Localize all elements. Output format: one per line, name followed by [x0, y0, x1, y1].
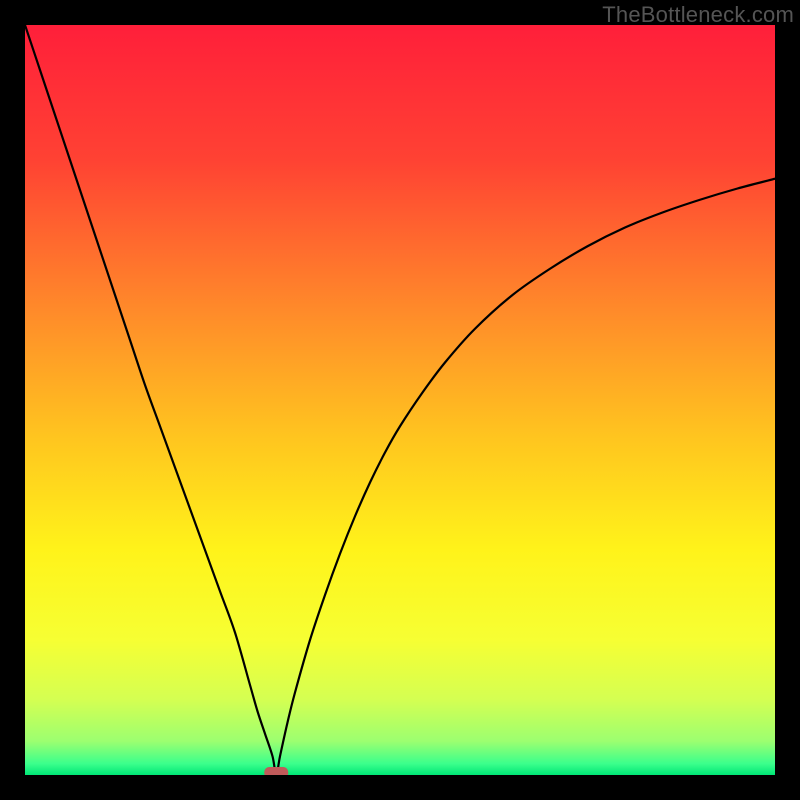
chart-svg — [25, 25, 775, 775]
minimum-marker — [264, 767, 288, 775]
chart-plot-area — [25, 25, 775, 775]
chart-background — [25, 25, 775, 775]
chart-frame: TheBottleneck.com — [0, 0, 800, 800]
